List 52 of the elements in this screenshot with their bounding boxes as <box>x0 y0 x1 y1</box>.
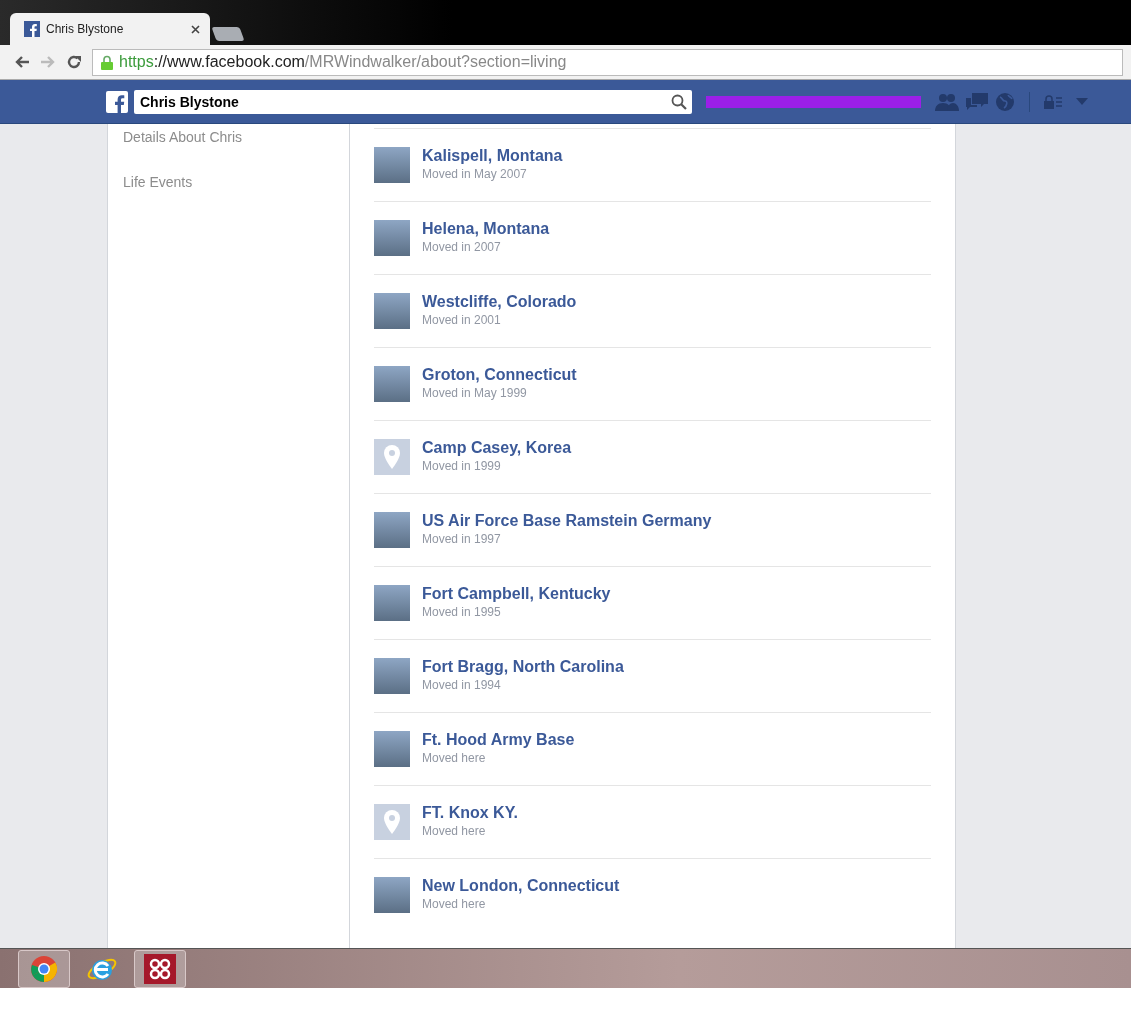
facebook-logo-icon <box>24 21 40 37</box>
search-field[interactable]: Chris Blystone <box>134 89 692 114</box>
moved-date: Moved in May 2007 <box>422 165 528 183</box>
moved-date: Moved in 2001 <box>422 311 502 329</box>
url-text: https://www.facebook.com/MRWindwalker/about?section=living <box>119 52 567 72</box>
place-link[interactable]: FT. Knox KY. <box>422 804 518 822</box>
map-pin-icon <box>374 439 410 475</box>
app-taskbar-button[interactable] <box>134 949 186 988</box>
photo-placeholder <box>374 147 410 183</box>
moved-date: Moved in 1994 <box>422 676 502 694</box>
photo-placeholder <box>374 658 410 694</box>
place-link[interactable]: Camp Casey, Korea <box>422 439 572 457</box>
close-icon[interactable] <box>191 24 200 34</box>
place-link[interactable]: New London, Connecticut <box>422 877 620 895</box>
new-tab-button[interactable] <box>211 27 245 41</box>
moved-date: Moved here <box>422 749 487 767</box>
search-icon[interactable] <box>671 93 687 110</box>
browser-tab[interactable]: Chris Blystone <box>10 13 210 45</box>
photo-placeholder <box>374 512 410 548</box>
chrome-taskbar-button[interactable] <box>18 949 70 988</box>
tab-title: Chris Blystone <box>46 21 125 38</box>
moved-date: Moved in May 1999 <box>422 384 528 402</box>
place-link[interactable]: US Air Force Base Ramstein Germany <box>422 512 712 530</box>
place-link[interactable]: Fort Bragg, North Carolina <box>422 658 624 676</box>
moved-date: Moved in 1995 <box>422 603 502 621</box>
photo-placeholder <box>374 366 410 402</box>
moved-date: Moved in 1999 <box>422 457 502 475</box>
knot-logo-icon <box>144 953 176 984</box>
place-link[interactable]: Kalispell, Montana <box>422 147 563 165</box>
place-link[interactable]: Helena, Montana <box>422 220 550 238</box>
moved-date: Moved in 1997 <box>422 530 502 548</box>
place-link[interactable]: Fort Campbell, Kentucky <box>422 585 611 603</box>
chrome-logo-icon <box>30 954 58 983</box>
sidebar-link[interactable]: Life Events <box>123 172 334 193</box>
place-link[interactable]: Ft. Hood Army Base <box>422 731 575 749</box>
moved-date: Moved in 2007 <box>422 238 502 256</box>
moved-date: Moved here <box>422 822 487 840</box>
photo-placeholder <box>374 731 410 767</box>
reload-icon[interactable] <box>66 54 82 70</box>
photo-placeholder <box>374 585 410 621</box>
moved-date: Moved here <box>422 895 487 913</box>
photo-placeholder <box>374 293 410 329</box>
sidebar-link[interactable]: Details About Chris <box>123 127 334 148</box>
place-link[interactable]: Groton, Connecticut <box>422 366 577 384</box>
facebook-logo-icon[interactable] <box>106 90 128 113</box>
place-link[interactable]: Westcliffe, Colorado <box>422 293 577 311</box>
lock-icon <box>101 54 113 70</box>
address-bar[interactable]: https://www.facebook.com/MRWindwalker/about?section=living <box>92 48 1123 76</box>
back-arrow-icon[interactable] <box>14 55 30 69</box>
map-pin-icon <box>374 804 410 840</box>
photo-placeholder <box>374 877 410 913</box>
photo-placeholder <box>374 220 410 256</box>
